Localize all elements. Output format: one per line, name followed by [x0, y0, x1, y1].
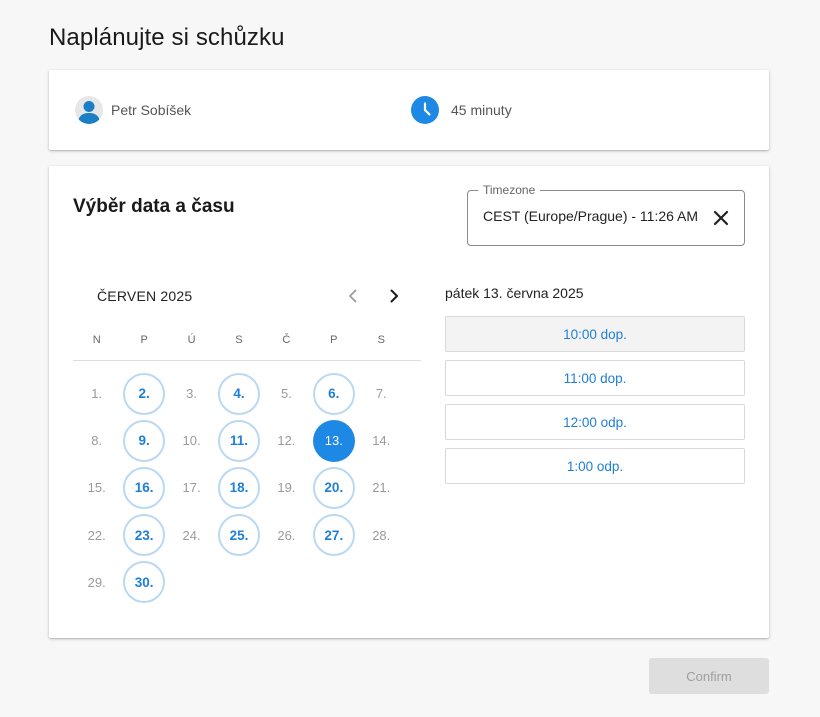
calendar-day-label: 20. — [312, 466, 355, 509]
weekday-label: Ú — [187, 334, 196, 346]
calendar-day-label: 9. — [123, 419, 166, 462]
weekday-label: Č — [282, 334, 291, 346]
weekday-label: S — [235, 334, 243, 346]
calendar-grid: 1. 2. 3. 4. 5. 6. 7. 8. 9. 10. 11. 12. 13. 14. 15. 16. 1… — [73, 370, 421, 606]
calendar-day-label: 28. — [372, 527, 391, 543]
calendar-day[interactable]: 2. — [120, 370, 167, 417]
time-slot-button[interactable]: 12:00 odp. — [445, 404, 745, 440]
calendar-day: 14. — [358, 417, 405, 464]
calendar-day-label: 27. — [312, 514, 355, 557]
calendar-day: 8. — [73, 417, 120, 464]
calendar-day[interactable]: 11. — [215, 417, 262, 464]
calendar-day: 22. — [73, 512, 120, 559]
timezone-legend: Timezone — [478, 183, 541, 197]
calendar-day: 7. — [358, 370, 405, 417]
calendar-day-label: 26. — [277, 527, 296, 543]
calendar-day-label: 23. — [123, 514, 166, 557]
selected-date-heading: pátek 13. června 2025 — [445, 285, 584, 301]
calendar-day: 10. — [168, 417, 215, 464]
calendar-day-label: 30. — [123, 561, 166, 604]
page-title: Naplánujte si schůzku — [49, 24, 285, 51]
confirm-button[interactable]: Confirm — [649, 658, 769, 694]
calendar-day: 12. — [263, 417, 310, 464]
time-slot-list: 10:00 dop. 11:00 dop. 12:00 odp. 1:00 od… — [445, 316, 745, 492]
calendar-day-label: 7. — [375, 386, 387, 402]
calendar-day: 26. — [263, 512, 310, 559]
calendar-day-label: 18. — [217, 466, 260, 509]
calendar-day: 1. — [73, 370, 120, 417]
person-icon — [75, 96, 103, 124]
calendar-day[interactable]: 4. — [215, 370, 262, 417]
calendar-day-label: 1. — [91, 386, 103, 402]
weekday-label: S — [377, 334, 385, 346]
calendar-day[interactable]: 16. — [120, 464, 167, 511]
clock-icon — [411, 96, 439, 124]
weekday-header: N P Ú S Č P S — [73, 334, 421, 346]
host-info: Petr Sobíšek — [75, 96, 191, 124]
calendar-day-label: 11. — [217, 419, 260, 462]
close-icon[interactable] — [712, 209, 730, 227]
weekday-label: N — [92, 334, 101, 346]
calendar-day-label: 2. — [123, 372, 166, 415]
calendar-day[interactable]: 20. — [310, 464, 357, 511]
calendar-day[interactable]: 18. — [215, 464, 262, 511]
calendar-day-label: 10. — [182, 433, 201, 449]
calendar-day-label: 19. — [277, 480, 296, 496]
calendar-day-label: 6. — [312, 372, 355, 415]
calendar-day-label: 21. — [372, 480, 391, 496]
calendar-day: 3. — [168, 370, 215, 417]
calendar-day: 24. — [168, 512, 215, 559]
time-slot-button[interactable]: 11:00 dop. — [445, 360, 745, 396]
calendar-day: 15. — [73, 464, 120, 511]
calendar-day: 28. — [358, 512, 405, 559]
calendar-day: 19. — [263, 464, 310, 511]
calendar-day: 29. — [73, 559, 120, 606]
calendar-day-selected[interactable]: 13. — [310, 417, 357, 464]
calendar-day-label: 4. — [217, 372, 260, 415]
calendar-day: 21. — [358, 464, 405, 511]
calendar-day[interactable]: 23. — [120, 512, 167, 559]
host-name: Petr Sobíšek — [111, 102, 192, 118]
calendar-day-label: 3. — [186, 386, 197, 402]
calendar-day: 17. — [168, 464, 215, 511]
chevron-left-icon[interactable] — [342, 285, 364, 307]
calendar-day[interactable]: 25. — [215, 512, 262, 559]
calendar-day-label: 12. — [277, 433, 296, 449]
calendar-day: 5. — [263, 370, 310, 417]
month-label: ČERVEN 2025 — [97, 288, 193, 304]
calendar-day[interactable]: 30. — [120, 559, 167, 606]
timezone-select[interactable]: Timezone CEST (Europe/Prague) - 11:26 AM — [467, 183, 745, 246]
weekday-label: P — [330, 334, 338, 346]
timezone-value: CEST (Europe/Prague) - 11:26 AM — [483, 208, 699, 224]
calendar-day-label: 13. — [312, 419, 355, 462]
duration-label: 45 minuty — [451, 102, 512, 118]
calendar-day-label: 25. — [217, 514, 260, 557]
calendar-day-label: 5. — [280, 386, 292, 402]
calendar-day-label: 14. — [372, 433, 391, 449]
calendar-day[interactable]: 6. — [310, 370, 357, 417]
chevron-right-icon[interactable] — [383, 285, 405, 307]
calendar-day-label: 15. — [87, 480, 106, 496]
calendar-day-label: 29. — [87, 574, 106, 590]
calendar-day-label: 17. — [182, 480, 201, 496]
weekday-label: P — [140, 334, 148, 346]
duration-info: 45 minuty — [411, 96, 512, 124]
calendar-divider — [73, 360, 421, 361]
calendar-day-label: 8. — [91, 433, 103, 449]
calendar-day[interactable]: 9. — [120, 417, 167, 464]
section-title: Výběr data a času — [73, 196, 235, 217]
time-slot-button[interactable]: 10:00 dop. — [445, 316, 745, 352]
meeting-info-card: Petr Sobíšek 45 minuty — [49, 70, 769, 150]
calendar-day[interactable]: 27. — [310, 512, 357, 559]
calendar-day-label: 22. — [87, 527, 106, 543]
calendar-day-label: 24. — [182, 527, 201, 543]
date-time-picker-card: Výběr data a času Timezone CEST (Europe/… — [49, 166, 769, 638]
calendar-day-label: 16. — [123, 466, 166, 509]
time-slot-button[interactable]: 1:00 odp. — [445, 448, 745, 484]
